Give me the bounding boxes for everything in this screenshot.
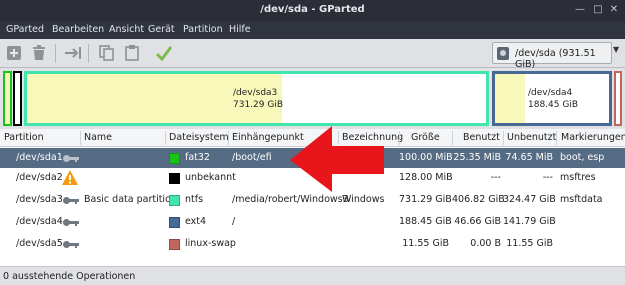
- cell-filesystem: unbekannt: [185, 172, 236, 183]
- cell-name: Basic data partition: [84, 194, 177, 205]
- fs-color-swatch: [169, 239, 180, 250]
- apply-icon[interactable]: [155, 44, 173, 62]
- toolbar-separator: [55, 44, 56, 63]
- cell-size: 128.00 MiB: [399, 172, 453, 183]
- cell-flags: msftdata: [560, 194, 603, 205]
- cell-partition: /dev/sda2: [16, 172, 63, 183]
- cell-used: 406.82 GiB: [452, 194, 505, 205]
- cell-flags: msftres: [560, 172, 596, 183]
- column-size[interactable]: Größe: [411, 132, 440, 143]
- map-segment-sda2[interactable]: [13, 71, 22, 126]
- cell-filesystem: fat32: [185, 152, 210, 163]
- window-title: /dev/sda - GParted: [260, 4, 365, 15]
- column-separator[interactable]: [228, 131, 229, 145]
- cell-partition: /dev/sda4: [16, 216, 63, 227]
- new-icon[interactable]: [5, 44, 23, 62]
- cell-unused: 324.47 GiB: [503, 194, 556, 205]
- status-text: 0 ausstehende Operationen: [3, 271, 136, 282]
- map-sda4-name: /dev/sda4: [528, 88, 573, 98]
- key-icon: [63, 197, 79, 204]
- cell-filesystem: linux-swap: [185, 238, 236, 249]
- cell-unused: 11.55 GiB: [506, 238, 553, 249]
- annotation-arrow-icon: [290, 126, 384, 192]
- cell-filesystem: ext4: [185, 216, 207, 227]
- paste-icon[interactable]: [123, 44, 141, 62]
- map-segment-sda3[interactable]: /dev/sda3 731.29 GiB: [24, 71, 489, 126]
- fs-color-swatch: [169, 195, 180, 206]
- menu-gparted[interactable]: GParted: [6, 24, 44, 35]
- toolbar-separator: [88, 44, 89, 63]
- cell-mountpoint: /: [232, 216, 236, 227]
- column-unused[interactable]: Unbenutzt: [507, 132, 556, 143]
- table-row[interactable]: /dev/sda5 linux-swap 11.55 GiB 0.00 B 11…: [0, 234, 625, 254]
- menu-ansicht[interactable]: Ansicht: [109, 24, 144, 35]
- title-bar: /dev/sda - GParted — □ ✕: [0, 0, 625, 21]
- map-sda3-name: /dev/sda3: [233, 88, 278, 98]
- status-bar: 0 ausstehende Operationen: [0, 266, 625, 285]
- table-row[interactable]: /dev/sda3 Basic data partition ntfs /med…: [0, 190, 625, 210]
- column-separator[interactable]: [556, 131, 557, 145]
- menu-bearbeiten[interactable]: Bearbeiten: [52, 24, 104, 35]
- column-separator[interactable]: [452, 131, 453, 145]
- menu-hilfe[interactable]: Hilfe: [229, 24, 251, 35]
- cell-used: ---: [490, 172, 501, 183]
- chevron-down-icon[interactable]: ▼: [613, 45, 623, 61]
- column-name[interactable]: Name: [84, 132, 112, 143]
- cell-mountpoint: /boot/efi: [232, 152, 272, 163]
- menu-bar: GParted Bearbeiten Ansicht Gerät Partiti…: [0, 21, 625, 39]
- close-icon[interactable]: ✕: [608, 4, 620, 16]
- map-segment-sda4[interactable]: /dev/sda4 188.45 GiB: [492, 71, 612, 126]
- cell-label: Windows: [342, 194, 385, 205]
- resize-move-icon[interactable]: [64, 44, 82, 62]
- maximize-icon[interactable]: □: [592, 4, 604, 16]
- cell-size: 11.55 GiB: [402, 238, 449, 249]
- toolbar: /dev/sda (931.51 GiB): [0, 39, 625, 70]
- key-icon: [63, 155, 79, 162]
- fs-color-swatch: [169, 153, 180, 164]
- key-icon: [63, 219, 79, 226]
- cell-size: 100.00 MiB: [399, 152, 453, 163]
- warning-icon: [62, 170, 78, 185]
- cell-partition: /dev/sda1: [16, 152, 63, 163]
- column-separator[interactable]: [80, 131, 81, 145]
- cell-partition: /dev/sda3: [16, 194, 63, 205]
- cell-partition: /dev/sda5: [16, 238, 63, 249]
- cell-flags: boot, esp: [560, 152, 605, 163]
- fs-color-swatch: [169, 173, 180, 184]
- cell-size: 188.45 GiB: [399, 216, 452, 227]
- device-select-label: /dev/sda (931.51 GiB): [515, 48, 596, 70]
- disk-icon: [497, 47, 509, 60]
- cell-size: 731.29 GiB: [399, 194, 452, 205]
- cell-filesystem: ntfs: [185, 194, 204, 205]
- column-separator[interactable]: [503, 131, 504, 145]
- column-partition[interactable]: Partition: [4, 132, 44, 143]
- column-used[interactable]: Benutzt: [463, 132, 500, 143]
- cell-used: 25.35 MiB: [453, 152, 501, 163]
- device-select[interactable]: /dev/sda (931.51 GiB): [492, 42, 612, 70]
- cell-used: 46.66 GiB: [454, 216, 501, 227]
- copy-icon[interactable]: [98, 44, 116, 62]
- cell-mountpoint: /media/robert/Windows3: [232, 194, 349, 205]
- column-filesystem[interactable]: Dateisystem: [169, 132, 229, 143]
- map-segment-sda5[interactable]: [614, 71, 622, 126]
- menu-geraet[interactable]: Gerät: [148, 24, 175, 35]
- cell-unused: ---: [542, 172, 553, 183]
- fs-color-swatch: [169, 217, 180, 228]
- menu-partition[interactable]: Partition: [183, 24, 223, 35]
- map-sda3-size: 731.29 GiB: [233, 100, 284, 110]
- partition-map: /dev/sda3 731.29 GiB /dev/sda4 188.45 Gi…: [0, 68, 625, 129]
- column-separator[interactable]: [165, 131, 166, 145]
- cell-used: 0.00 B: [470, 238, 501, 249]
- map-segment-sda1[interactable]: [3, 71, 12, 126]
- column-separator[interactable]: [399, 131, 400, 145]
- table-row[interactable]: /dev/sda4 ext4 / 188.45 GiB 46.66 GiB 14…: [0, 212, 625, 232]
- map-sda4-size: 188.45 GiB: [528, 100, 579, 110]
- delete-icon[interactable]: [30, 44, 48, 62]
- minimize-icon[interactable]: —: [574, 4, 586, 16]
- cell-unused: 74.65 MiB: [505, 152, 553, 163]
- key-icon: [63, 241, 79, 248]
- used-space-bar: [495, 74, 525, 123]
- cell-unused: 141.79 GiB: [503, 216, 556, 227]
- column-flags[interactable]: Markierungen: [561, 132, 625, 143]
